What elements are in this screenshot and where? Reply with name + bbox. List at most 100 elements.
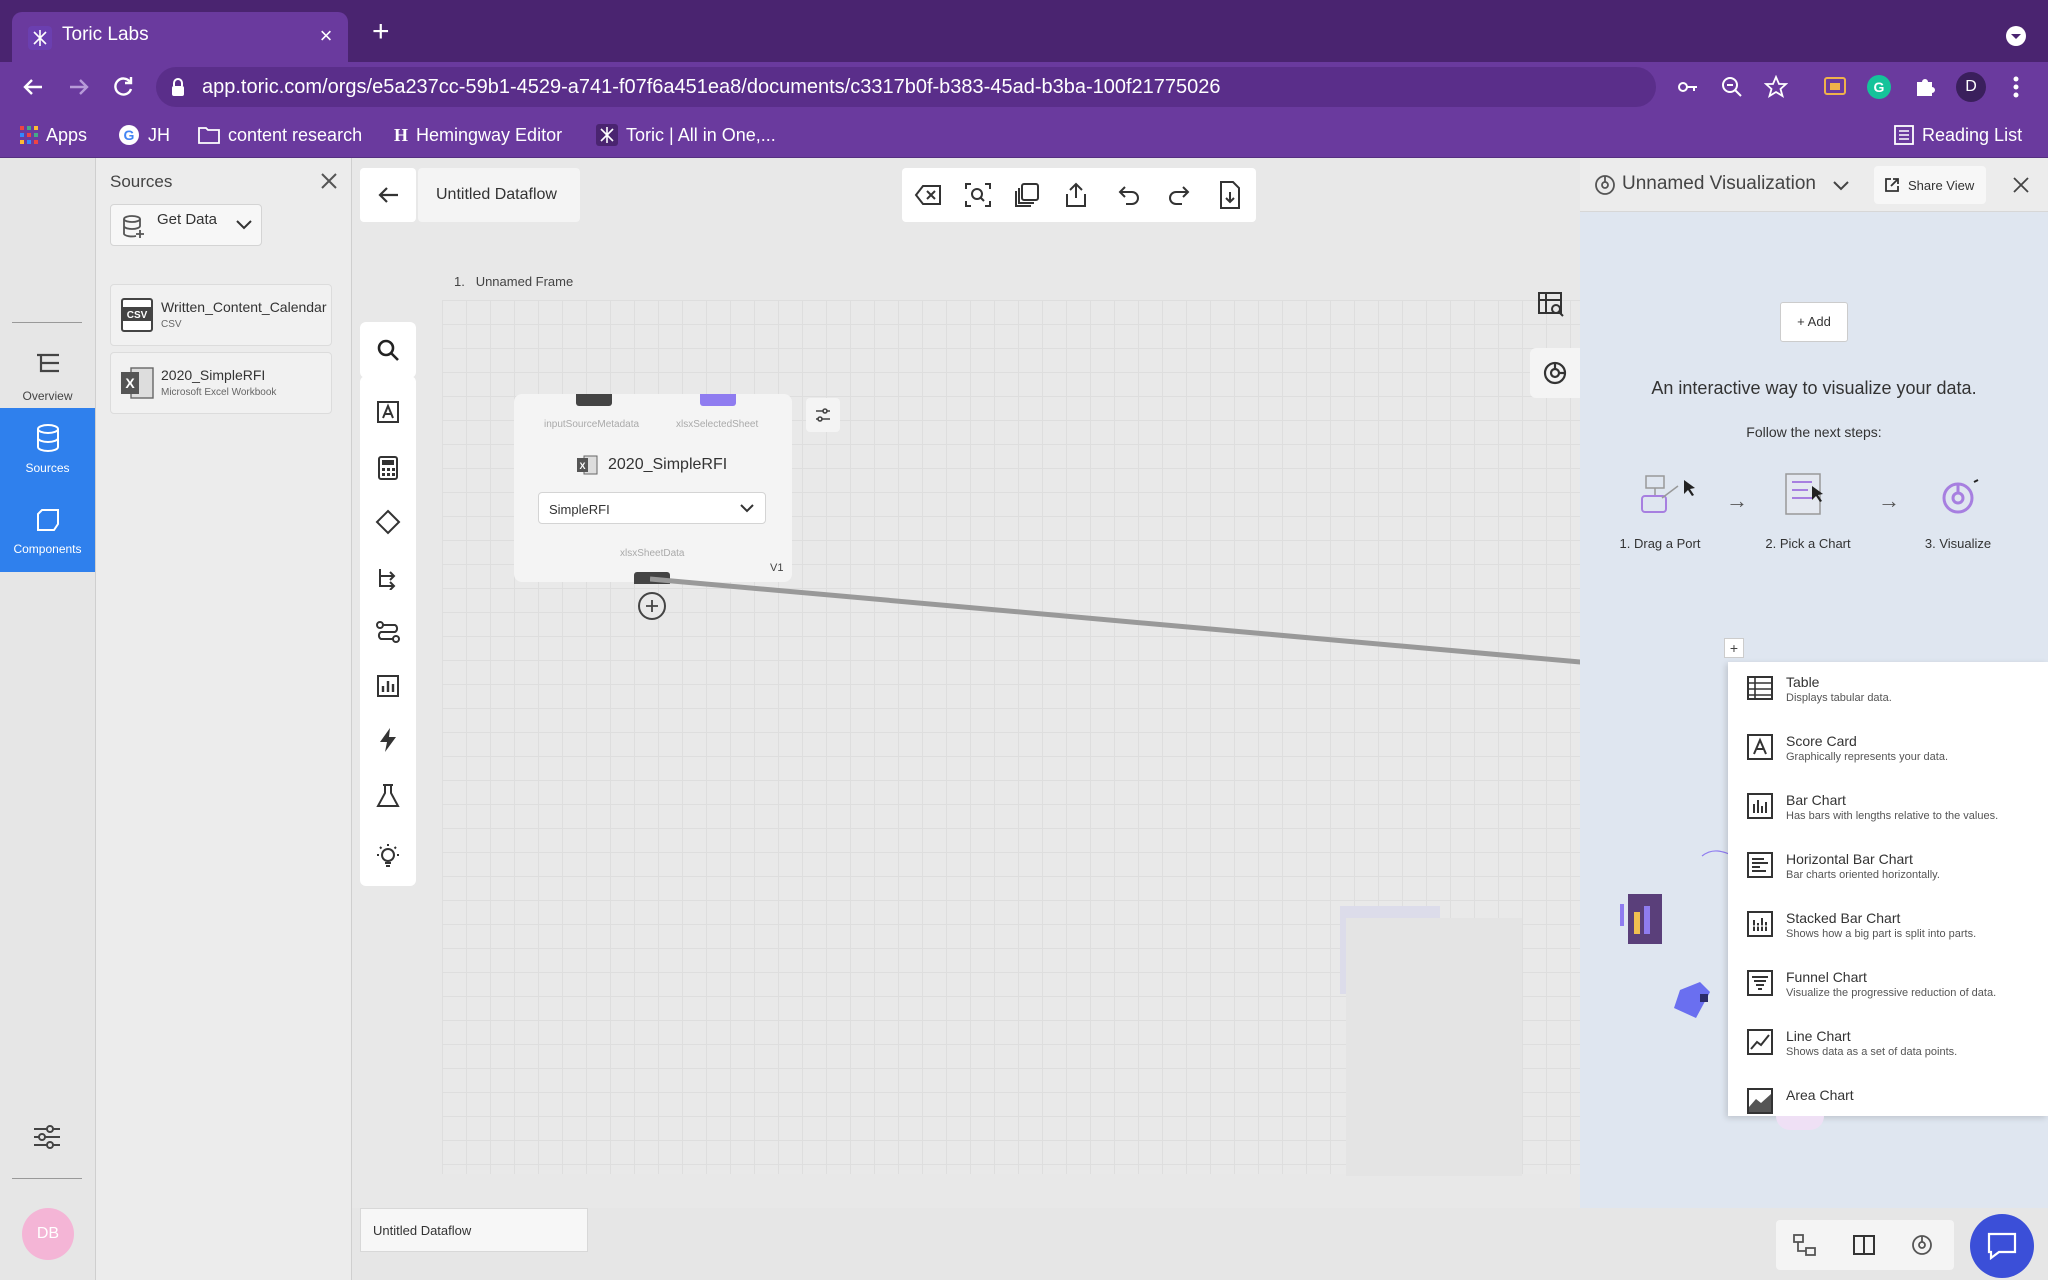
folder-icon (198, 126, 220, 144)
forward-arrow-icon[interactable] (66, 74, 92, 100)
settings-sliders-icon[interactable] (32, 1124, 62, 1150)
clear-backspace-icon[interactable] (914, 182, 942, 208)
bookmark-apps[interactable]: Apps (20, 122, 87, 148)
node-settings-button[interactable] (806, 398, 840, 432)
share-upload-icon[interactable] (1064, 182, 1088, 208)
bookmark-jh[interactable]: G JH (118, 122, 170, 148)
transform-tool-button[interactable] (360, 604, 416, 660)
source-node[interactable]: inputSourceMetadata xlsxSelectedSheet X … (514, 394, 792, 584)
user-avatar[interactable]: DB (22, 1208, 74, 1260)
split-view-icon[interactable] (1852, 1233, 1876, 1257)
visualization-view-icon[interactable] (1910, 1233, 1934, 1257)
footer-dataflow-tab[interactable]: Untitled Dataflow (360, 1208, 588, 1252)
chevron-down-icon[interactable] (1832, 180, 1850, 192)
browser-menu-icon[interactable] (2008, 74, 2024, 100)
left-nav-rail: Overview Sources Components DB (0, 158, 96, 1280)
browser-tab[interactable]: Toric Labs × (12, 12, 348, 62)
visualization-header: Unnamed Visualization Share View (1580, 158, 2048, 212)
merge-tool-button[interactable] (360, 550, 416, 606)
close-panel-icon[interactable] (320, 172, 338, 190)
chat-bubble-icon (1987, 1232, 2017, 1260)
share-view-button[interactable]: Share View (1874, 166, 1986, 204)
source-file-card[interactable]: CSV Written_Content_Calendar CSV (110, 284, 332, 346)
plus-icon: + (1797, 314, 1805, 329)
arrow-right-icon: → (1726, 488, 1748, 513)
lab-tool-button[interactable] (360, 768, 416, 824)
back-button[interactable] (360, 168, 416, 222)
node-title: 2020_SimpleRFI (608, 456, 728, 473)
search-tool-button[interactable] (360, 322, 416, 378)
close-tab-icon[interactable]: × (314, 24, 338, 48)
sheet-select[interactable]: SimpleRFI (538, 492, 766, 524)
duplicate-icon[interactable] (1014, 182, 1040, 208)
chart-option-area-chart[interactable]: Area Chart (1728, 1075, 2048, 1116)
svg-text:G: G (1874, 79, 1885, 95)
bookmark-star-icon[interactable] (1764, 75, 1788, 99)
hemingway-h-icon: H (394, 124, 409, 145)
zoom-out-icon[interactable] (1720, 75, 1744, 99)
chart-option-funnel-chart[interactable]: Funnel Chart Visualize the progressive r… (1728, 957, 2048, 1016)
chart-option-bar-chart[interactable]: Bar Chart Has bars with lengths relative… (1728, 780, 2048, 839)
back-arrow-icon[interactable] (20, 74, 46, 100)
condition-tool-button[interactable] (360, 494, 416, 550)
add-visualization-button[interactable]: + Add (1780, 302, 1848, 342)
input-port-sheet[interactable] (700, 394, 736, 406)
rail-item-components[interactable]: Components (0, 490, 95, 572)
get-data-dropdown[interactable]: Get Data (110, 204, 262, 246)
visualization-title[interactable]: Unnamed Visualization (1622, 173, 1816, 195)
bookmark-toric[interactable]: Toric | All in One,... (596, 122, 776, 148)
tab-search-icon[interactable] (2004, 24, 2028, 48)
chart-option-line-chart[interactable]: Line Chart Shows data as a set of data p… (1728, 1016, 2048, 1075)
dataflow-view-icon[interactable] (1792, 1233, 1818, 1257)
drop-port-plus-icon[interactable]: + (1724, 638, 1744, 658)
chart-option-stacked-bar-chart[interactable]: Stacked Bar Chart Shows how a big part i… (1728, 898, 2048, 957)
flask-icon (376, 783, 400, 809)
reading-list-button[interactable]: Reading List (1894, 122, 2022, 148)
trigger-tool-button[interactable] (360, 712, 416, 768)
close-icon[interactable] (2012, 176, 2030, 194)
step-label: 1. Drag a Port (1619, 536, 1701, 551)
csv-file-icon: CSV (119, 297, 155, 333)
profile-avatar[interactable]: D (1956, 72, 1986, 102)
node-version: V1 (770, 562, 784, 574)
google-icon: G (118, 124, 140, 146)
dataflow-title[interactable]: Untitled Dataflow (418, 168, 580, 222)
source-file-name: Written_Content_Calendar (161, 299, 327, 315)
reading-list-icon (1894, 125, 1914, 145)
chart-option-score-card[interactable]: Score Card Graphically represents your d… (1728, 721, 2048, 780)
redo-icon[interactable] (1166, 182, 1192, 208)
key-icon[interactable] (1676, 75, 1700, 99)
port-label: xlsxSelectedSheet (676, 419, 759, 430)
chart-option-table[interactable]: Table Displays tabular data. (1728, 662, 2048, 721)
rail-item-sources[interactable]: Sources (0, 408, 95, 490)
grammarly-extension-icon[interactable]: G (1866, 74, 1892, 100)
reload-icon[interactable] (110, 74, 136, 100)
screen-cast-icon[interactable] (1822, 74, 1848, 100)
database-icon (34, 423, 62, 453)
input-port-metadata[interactable] (576, 394, 612, 406)
rail-item-overview[interactable]: Overview (0, 336, 95, 418)
new-tab-icon[interactable]: + (372, 17, 396, 47)
text-tool-button[interactable] (360, 384, 416, 440)
zoom-fit-icon[interactable] (964, 182, 992, 208)
address-bar[interactable]: app.toric.com/orgs/e5a237cc-59b1-4529-a7… (156, 67, 1788, 107)
bookmark-content-research[interactable]: content research (198, 122, 362, 148)
ghost-component (1346, 918, 1522, 1176)
table-search-icon[interactable] (1536, 290, 1570, 324)
external-link-icon (1884, 177, 1900, 193)
chat-support-button[interactable] (1970, 1214, 2034, 1278)
ideas-tool-button[interactable] (360, 828, 416, 884)
calculator-tool-button[interactable] (360, 440, 416, 496)
export-document-icon[interactable] (1218, 180, 1242, 210)
undo-icon[interactable] (1116, 182, 1142, 208)
overview-hierarchy-icon (33, 351, 63, 381)
extensions-puzzle-icon[interactable] (1912, 74, 1938, 100)
chart-option-horizontal-bar-chart[interactable]: Horizontal Bar Chart Bar charts oriented… (1728, 839, 2048, 898)
bookmark-hemingway[interactable]: H Hemingway Editor (394, 122, 562, 148)
chart-tool-button[interactable] (360, 658, 416, 714)
frame-label: 1. Unnamed Frame (454, 274, 573, 289)
database-add-icon (121, 214, 145, 240)
visualization-panel-toggle[interactable] (1530, 348, 1580, 398)
line-chart-icon (1746, 1028, 1774, 1056)
source-file-card[interactable]: X 2020_SimpleRFI Microsoft Excel Workboo… (110, 352, 332, 414)
